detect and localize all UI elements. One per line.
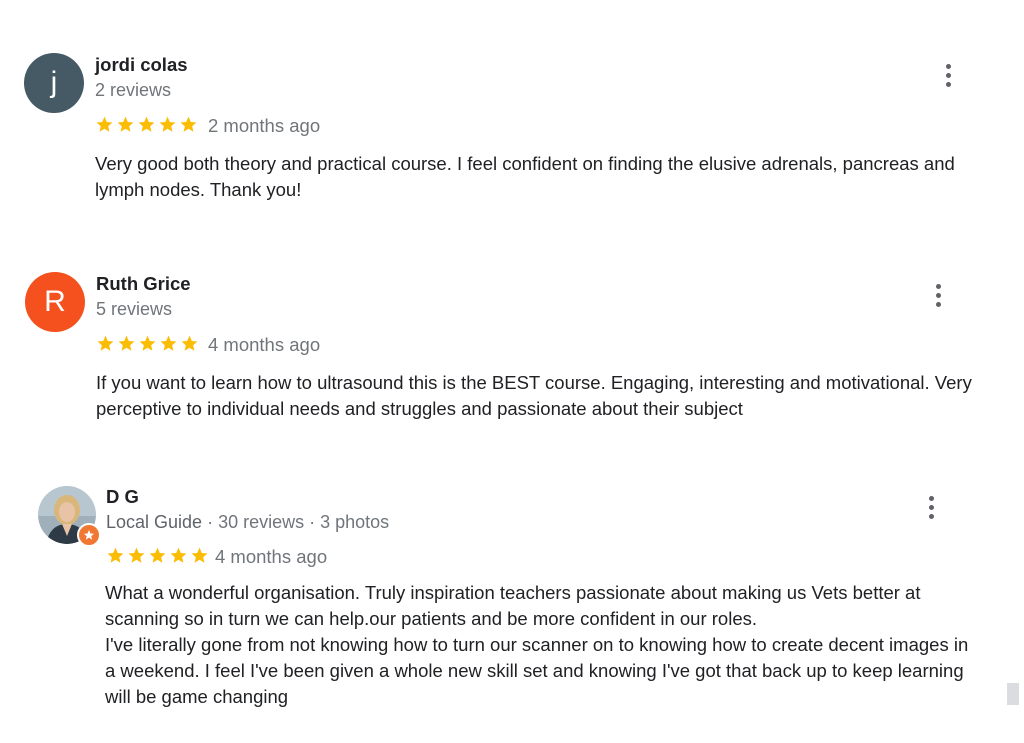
star-icon <box>138 116 155 132</box>
scrollbar-thumb[interactable] <box>1007 683 1019 705</box>
more-options-button[interactable] <box>936 60 960 90</box>
star-rating <box>95 115 198 134</box>
more-options-button[interactable] <box>926 280 950 310</box>
review-text: Very good both theory and practical cour… <box>95 151 975 203</box>
more-vert-icon <box>928 495 934 501</box>
review-time: 2 months ago <box>208 115 321 136</box>
reviewer-meta[interactable]: 2 reviews <box>95 80 171 101</box>
star-icon <box>97 335 114 351</box>
review-card: D G Local Guide · 30 reviews · 3 photos 4 mo… <box>0 0 1024 707</box>
avatar-initial: R <box>44 285 66 318</box>
avatar-initial: j <box>50 66 58 99</box>
meta-separator: · <box>309 512 316 532</box>
star-icon <box>191 547 208 563</box>
more-vert-dot <box>928 504 934 510</box>
review-text: What a wonderful organisation. Truly ins… <box>105 580 980 710</box>
star-icon <box>181 335 198 351</box>
star-icon <box>107 547 124 563</box>
avatar[interactable] <box>37 485 101 547</box>
review-paragraph: If you want to learn how to ultrasound t… <box>96 372 972 419</box>
local-guide-label: Local Guide <box>106 512 203 532</box>
review-card: j jordi colas 2 reviews 2 months ago Ver… <box>0 0 1024 220</box>
star-icon <box>149 547 166 563</box>
star-icon <box>180 116 197 132</box>
star-rating <box>106 546 209 565</box>
review-paragraph: What a wonderful organisation. Truly ins… <box>105 582 921 629</box>
photo-count: 3 photos <box>320 512 390 532</box>
star-icon <box>96 116 113 132</box>
reviewer-name[interactable]: jordi colas <box>95 54 188 76</box>
reviewer-meta[interactable]: Local Guide · 30 reviews · 3 photos <box>106 512 389 533</box>
star-icon <box>170 547 187 563</box>
more-vert-dot <box>935 292 941 298</box>
star-icon <box>160 335 177 351</box>
review-text: If you want to learn how to ultrasound t… <box>96 370 976 422</box>
more-vert-icon <box>945 63 951 69</box>
star-icon <box>128 547 145 563</box>
more-vert-dot <box>945 72 951 78</box>
meta-separator: · <box>207 512 214 532</box>
reviewer-meta[interactable]: 5 reviews <box>96 299 172 320</box>
more-vert-icon <box>935 283 941 289</box>
review-count: 30 reviews <box>218 512 305 532</box>
avatar[interactable]: R <box>25 272 85 332</box>
more-vert-dot <box>945 81 951 87</box>
avatar[interactable]: j <box>24 53 84 113</box>
star-icon <box>159 116 176 132</box>
more-vert-dot <box>928 513 934 519</box>
reviewer-name[interactable]: Ruth Grice <box>96 273 191 295</box>
star-icon <box>117 116 134 132</box>
review-paragraph: Very good both theory and practical cour… <box>95 153 955 200</box>
local-guide-badge-icon <box>77 523 101 547</box>
star-icon <box>118 335 135 351</box>
reviewer-name[interactable]: D G <box>106 486 139 508</box>
star-icon <box>139 335 156 351</box>
review-time: 4 months ago <box>208 334 321 355</box>
review-paragraph: I've literally gone from not knowing how… <box>105 634 969 707</box>
more-options-button[interactable] <box>919 492 943 522</box>
badge-star-glyph <box>84 530 94 540</box>
star-rating <box>96 334 199 353</box>
reviews-page: j jordi colas 2 reviews 2 months ago Ver… <box>0 0 1024 743</box>
review-time: 4 months ago <box>215 546 328 567</box>
more-vert-dot <box>935 301 941 307</box>
